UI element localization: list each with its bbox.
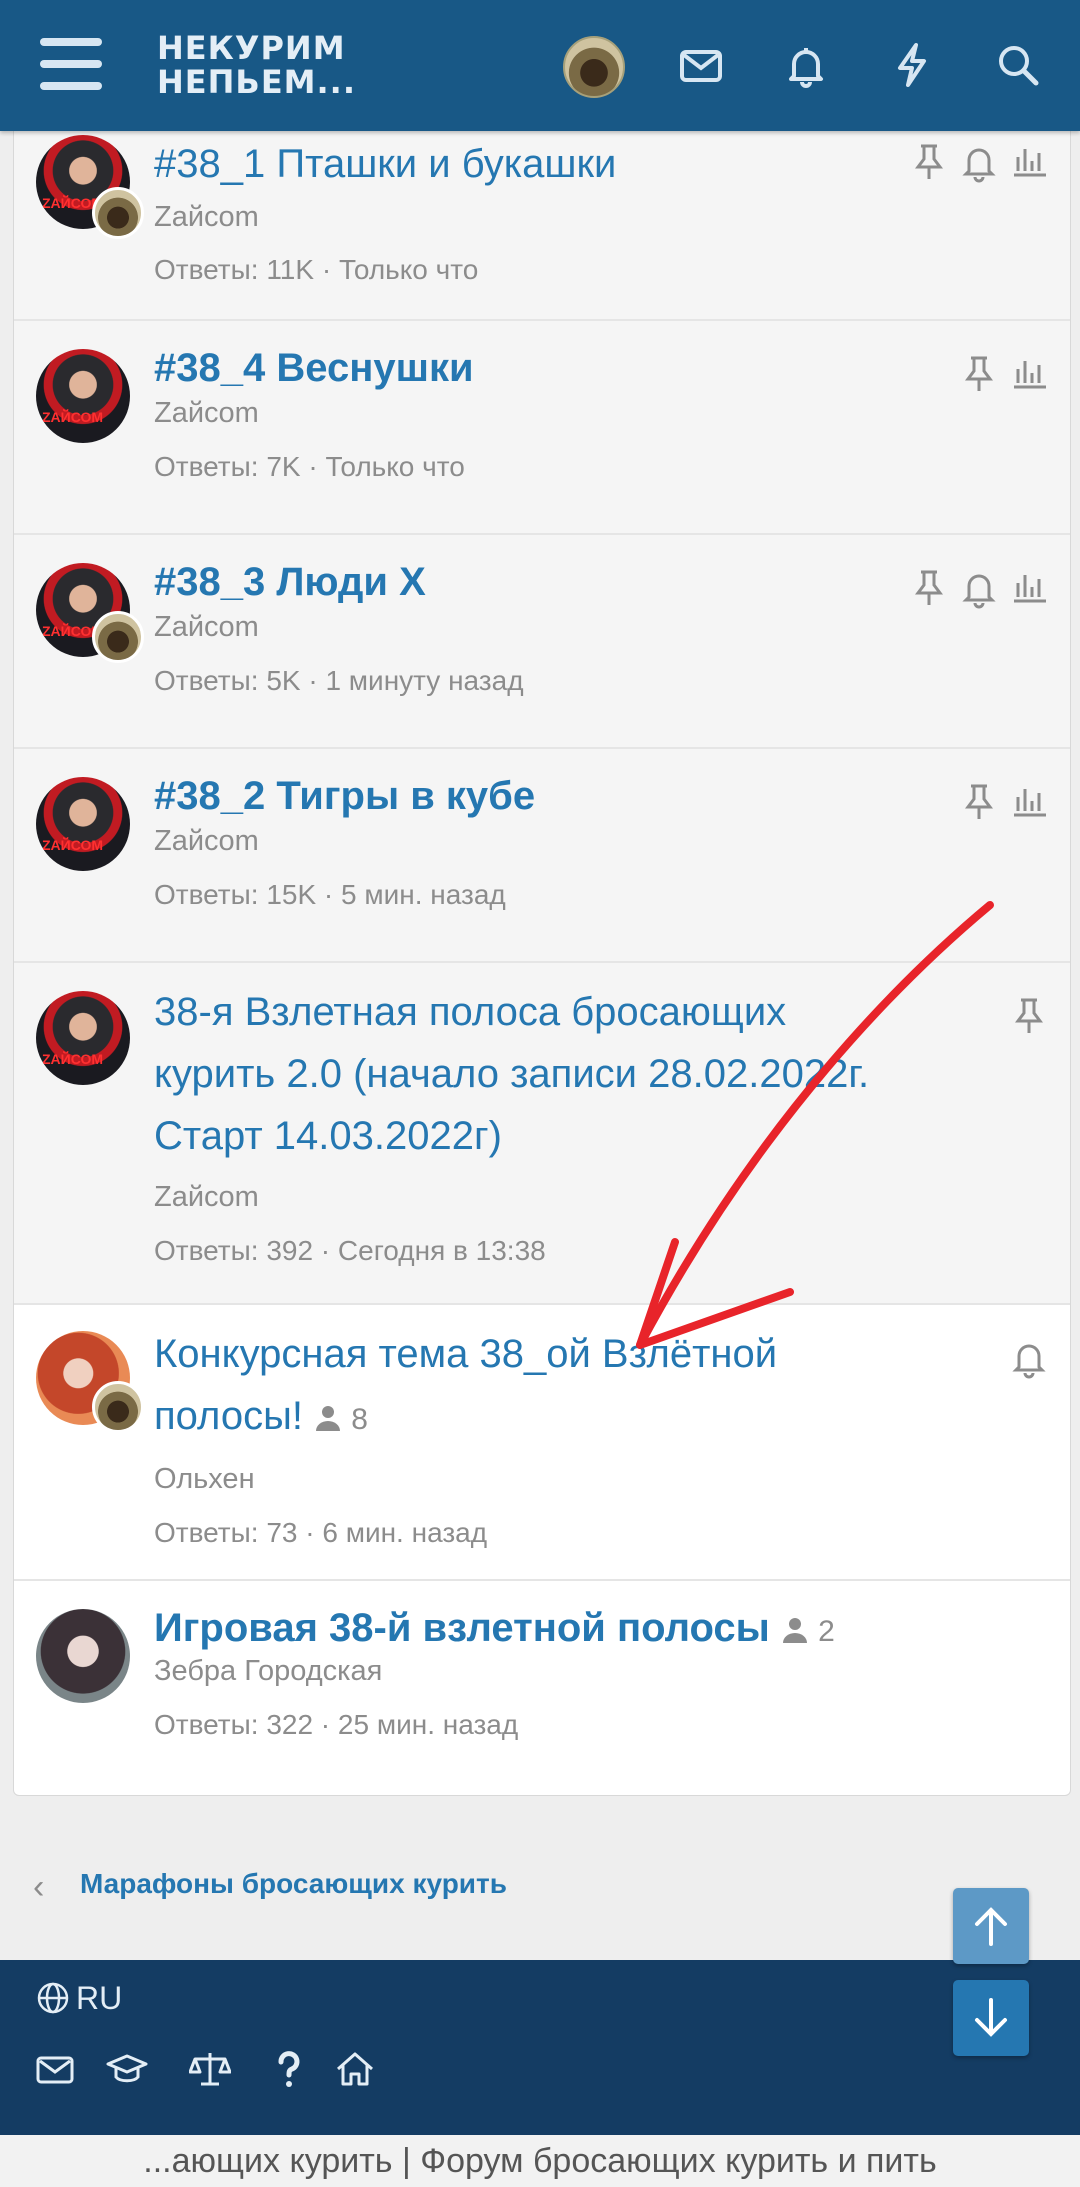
globe-icon	[37, 1982, 69, 2014]
thread-author[interactable]: Zайcom	[154, 397, 259, 430]
footer: RU	[0, 1960, 1080, 2135]
participants-count: 8	[313, 1403, 368, 1436]
thread-row[interactable]: ZАЙСОМ 38-я Взлетная полоса бросающих ку…	[14, 963, 1070, 1305]
user-avatar[interactable]	[563, 36, 625, 98]
thread-author[interactable]: Ольхен	[154, 1463, 255, 1496]
site-logo[interactable]: НЕКУРИМ НЕПЬЕМ...	[157, 31, 356, 99]
thread-row[interactable]: ZАЙСОМ #38_3 Люди Х Zайcom Ответы: 5K · …	[14, 535, 1070, 749]
pin-icon	[965, 356, 993, 391]
logo-line-2: НЕПЬЕМ...	[157, 63, 356, 101]
thread-title-line: Старт 14.03.2022г)	[154, 1114, 502, 1158]
avatar[interactable]: ZАЙСОМ	[36, 991, 130, 1085]
thread-title-line: курить 2.0 (начало записи 28.02.2022г.	[154, 1052, 870, 1096]
scales-icon[interactable]	[188, 2048, 232, 2098]
thread-meta: Ответы: 11K · Только что	[154, 254, 479, 285]
thread-author[interactable]: Zайcom	[154, 825, 259, 858]
stats-icon	[1014, 575, 1046, 603]
thread-row[interactable]: Конкурсная тема 38_ой Взлётной полосы! 8…	[14, 1305, 1070, 1581]
thread-row[interactable]: Игровая 38-й взлетной полосы 2 Зебра Гор…	[14, 1581, 1070, 1795]
stats-icon	[1014, 361, 1046, 389]
thread-meta: Ответы: 7K · Только что	[154, 451, 465, 482]
menu-icon[interactable]	[40, 38, 102, 90]
avatar[interactable]: ZАЙСОМ	[36, 349, 130, 443]
stats-icon	[1014, 149, 1046, 177]
bell-icon	[962, 148, 996, 183]
browser-page-title: ...ающих курить | Форум бросающих курить…	[0, 2135, 1080, 2187]
top-header: НЕКУРИМ НЕПЬЕМ...	[0, 0, 1080, 131]
mail-icon[interactable]	[676, 40, 726, 90]
pin-icon	[965, 784, 993, 819]
thread-row[interactable]: ZАЙСОМ #38_2 Тигры в кубе Zайcom Ответы:…	[14, 749, 1070, 963]
breadcrumb[interactable]: Марафоны бросающих курить	[80, 1868, 507, 1900]
pin-icon	[915, 144, 943, 179]
thread-meta: Ответы: 322 · 25 мин. назад	[154, 1709, 519, 1740]
mini-avatar[interactable]	[92, 187, 144, 239]
thread-title[interactable]: #38_3 Люди Х	[154, 551, 426, 613]
pin-icon	[1015, 998, 1043, 1033]
mini-avatar[interactable]	[92, 611, 144, 663]
pin-icon	[915, 570, 943, 605]
thread-title-text: Игровая 38-й взлетной полосы	[154, 1606, 770, 1650]
thread-meta: Ответы: 15K · 5 мин. назад	[154, 879, 506, 910]
thread-title-line: полосы!	[154, 1394, 303, 1438]
thread-meta: Ответы: 392 · Сегодня в 13:38	[154, 1235, 546, 1266]
avatar[interactable]: ZАЙСОМ	[36, 777, 130, 871]
thread-title[interactable]: #38_1 Пташки и букашки	[154, 133, 616, 195]
thread-author[interactable]: Зебра Городская	[154, 1655, 382, 1688]
thread-meta: Ответы: 5K · 1 минуту назад	[154, 665, 524, 696]
thread-status-icons	[948, 353, 1048, 403]
avatar[interactable]	[36, 1609, 130, 1703]
logo-line-1: НЕКУРИМ	[157, 29, 346, 67]
thread-status-icons	[948, 781, 1048, 831]
arrow-up-icon	[975, 1907, 1007, 1946]
scroll-top-button[interactable]	[953, 1888, 1029, 1964]
bell-icon[interactable]	[781, 40, 831, 90]
help-icon[interactable]	[268, 2048, 310, 2098]
language-code: RU	[76, 1980, 123, 2016]
mini-avatar[interactable]	[92, 1381, 144, 1433]
thread-title[interactable]: Конкурсная тема 38_ой Взлётной полосы! 8	[154, 1323, 777, 1451]
scroll-bottom-button[interactable]	[953, 1980, 1029, 2056]
contact-mail-icon[interactable]	[34, 2048, 76, 2098]
chevron-left-icon[interactable]: ‹	[33, 1868, 44, 1907]
user-icon	[315, 1406, 340, 1431]
thread-author[interactable]: Zайcom	[154, 611, 259, 644]
thread-title[interactable]: 38-я Взлетная полоса бросающих курить 2.…	[154, 981, 869, 1167]
thread-author[interactable]: Zайcom	[154, 201, 259, 234]
thread-author[interactable]: Zайcom	[154, 1181, 259, 1214]
thread-row[interactable]: ZАЙСОМ #38_4 Веснушки Zайcom Ответы: 7K …	[14, 321, 1070, 535]
user-icon	[782, 1618, 807, 1643]
thread-title-line: Конкурсная тема 38_ой Взлётной	[154, 1332, 778, 1376]
thread-title-line: 38-я Взлетная полоса бросающих	[154, 990, 787, 1034]
thread-title[interactable]: Игровая 38-й взлетной полосы 2	[154, 1597, 835, 1663]
participants-count: 2	[780, 1615, 835, 1648]
language-selector[interactable]: RU	[36, 1980, 122, 2017]
thread-title[interactable]: #38_2 Тигры в кубе	[154, 765, 535, 827]
participants-number: 2	[818, 1615, 835, 1648]
thread-status-icons	[898, 141, 1048, 191]
stats-icon	[1014, 789, 1046, 817]
graduation-cap-icon[interactable]	[106, 2048, 148, 2098]
thread-status-icons	[998, 995, 1048, 1045]
participants-number: 8	[351, 1403, 368, 1436]
thread-row[interactable]: ZАЙСОМ #38_1 Пташки и букашки Zайcom Отв…	[14, 101, 1070, 321]
bell-icon	[962, 574, 996, 609]
thread-title[interactable]: #38_4 Веснушки	[154, 337, 474, 399]
thread-list: ZАЙСОМ #38_1 Пташки и букашки Zайcom Отв…	[13, 100, 1071, 1796]
bell-icon	[1012, 1344, 1046, 1379]
thread-meta: Ответы: 73 · 6 мин. назад	[154, 1517, 488, 1548]
bolt-icon[interactable]	[887, 40, 937, 90]
thread-status-icons	[898, 567, 1048, 617]
thread-status-icons	[998, 1337, 1048, 1387]
search-icon[interactable]	[993, 40, 1043, 90]
arrow-down-icon	[975, 1998, 1007, 2037]
home-icon[interactable]	[334, 2048, 376, 2098]
